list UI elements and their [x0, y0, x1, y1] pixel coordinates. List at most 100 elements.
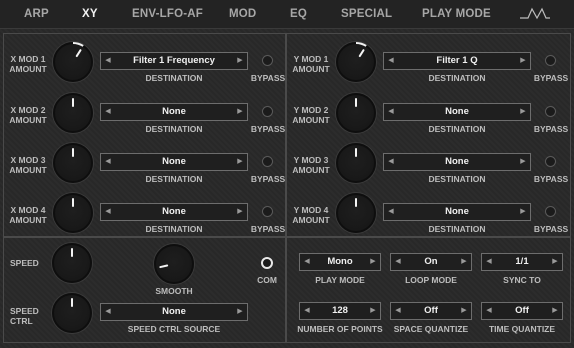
chevron-right-icon[interactable]: ▶: [517, 154, 529, 170]
tab-mod[interactable]: MOD: [229, 0, 256, 28]
chevron-right-icon[interactable]: ▶: [549, 303, 561, 319]
x-mod-4-amount-knob[interactable]: [53, 193, 93, 233]
y-mod-2-destination-dropdown[interactable]: ◀ None ▶: [383, 103, 531, 121]
com-toggle[interactable]: [261, 257, 273, 269]
x-mod-1-bypass-toggle[interactable]: [262, 55, 273, 66]
x-mod-3-destination-label: DESTINATION: [145, 174, 203, 184]
chevron-left-icon[interactable]: ◀: [385, 154, 397, 170]
y-mod-1-label-line2: AMOUNT: [292, 64, 330, 74]
chevron-left-icon[interactable]: ◀: [102, 53, 114, 69]
y-mod-1-bypass-toggle[interactable]: [545, 55, 556, 66]
x-mod-2-label-line2: AMOUNT: [9, 115, 47, 125]
chevron-left-icon[interactable]: ◀: [392, 254, 404, 270]
chevron-right-icon[interactable]: ▶: [367, 254, 379, 270]
y-mod-4-destination-dropdown[interactable]: ◀ None ▶: [383, 203, 531, 221]
y-mod-2-destination-label: DESTINATION: [428, 124, 486, 134]
time-quantize-dropdown[interactable]: ◀ Off ▶: [481, 302, 563, 320]
y-mod-1-destination-dropdown[interactable]: ◀ Filter 1 Q ▶: [383, 52, 531, 70]
x-mod-2-bypass-label: BYPASS: [250, 124, 286, 134]
chevron-right-icon[interactable]: ▶: [517, 204, 529, 220]
y-mod-1-label-line1: Y MOD 1: [293, 54, 329, 64]
y-mod-4-label-line1: Y MOD 4: [293, 205, 329, 215]
play-mode-dropdown[interactable]: ◀ Mono ▶: [299, 253, 381, 271]
tab-eq[interactable]: EQ: [290, 0, 307, 28]
loop-mode-dropdown[interactable]: ◀ On ▶: [390, 253, 472, 271]
x-mod-3-amount-knob[interactable]: [53, 143, 93, 183]
chevron-left-icon[interactable]: ◀: [483, 303, 495, 319]
chevron-left-icon[interactable]: ◀: [301, 254, 313, 270]
x-mod-4-bypass-toggle[interactable]: [262, 206, 273, 217]
smooth-knob[interactable]: [154, 244, 194, 284]
chevron-left-icon[interactable]: ◀: [102, 204, 114, 220]
chevron-left-icon[interactable]: ◀: [301, 303, 313, 319]
y-mod-2-label-line2: AMOUNT: [292, 115, 330, 125]
y-mod-4-amount-knob[interactable]: [336, 193, 376, 233]
y-mod-3-label-line1: Y MOD 3: [293, 155, 329, 165]
x-mod-4-destination-dropdown[interactable]: ◀ None ▶: [100, 203, 248, 221]
y-mod-2-amount-knob[interactable]: [336, 93, 376, 133]
chevron-right-icon[interactable]: ▶: [458, 303, 470, 319]
x-mod-3-destination-dropdown[interactable]: ◀ None ▶: [100, 153, 248, 171]
chevron-right-icon[interactable]: ▶: [367, 303, 379, 319]
number-of-points-dropdown[interactable]: ◀ 128 ▶: [299, 302, 381, 320]
tab-play-mode[interactable]: PLAY MODE: [422, 0, 491, 28]
chevron-right-icon[interactable]: ▶: [234, 53, 246, 69]
x-mod-1-destination-dropdown[interactable]: ◀ Filter 1 Frequency ▶: [100, 52, 248, 70]
y-mod-4-bypass-toggle[interactable]: [545, 206, 556, 217]
chevron-right-icon[interactable]: ▶: [234, 154, 246, 170]
y-mod-3-destination-dropdown[interactable]: ◀ None ▶: [383, 153, 531, 171]
y-mod-3-bypass-toggle[interactable]: [545, 156, 556, 167]
knob-pointer: [159, 264, 169, 269]
speed-ctrl-label-line2: CTRL: [10, 316, 33, 326]
speed-label: SPEED: [10, 258, 39, 268]
time-quantize-label: TIME QUANTIZE: [488, 324, 556, 334]
chevron-left-icon[interactable]: ◀: [392, 303, 404, 319]
speed-ctrl-source-dropdown[interactable]: ◀ None ▶: [100, 303, 248, 321]
space-quantize-dropdown[interactable]: ◀ Off ▶: [390, 302, 472, 320]
x-mod-2-destination-dropdown[interactable]: ◀ None ▶: [100, 103, 248, 121]
y-mod-2-bypass-toggle[interactable]: [545, 106, 556, 117]
y-mod-3-destination-label: DESTINATION: [428, 174, 486, 184]
y-mod-4-bypass-label: BYPASS: [533, 224, 569, 234]
chevron-left-icon[interactable]: ◀: [102, 154, 114, 170]
x-mod-4-destination-label: DESTINATION: [145, 224, 203, 234]
play-mode-value: Mono: [327, 256, 353, 267]
x-mod-2-bypass-toggle[interactable]: [262, 106, 273, 117]
chevron-right-icon[interactable]: ▶: [458, 254, 470, 270]
y-mod-4-destination-value: None: [445, 206, 469, 217]
sync-to-dropdown[interactable]: ◀ 1/1 ▶: [481, 253, 563, 271]
knob-value-arc: [355, 42, 367, 47]
sync-to-value: 1/1: [515, 256, 529, 267]
x-mod-1-destination-label: DESTINATION: [145, 73, 203, 83]
y-mod-1-amount-knob[interactable]: [336, 42, 376, 82]
x-mod-1-amount-knob[interactable]: [53, 42, 93, 82]
chevron-left-icon[interactable]: ◀: [385, 104, 397, 120]
tab-arp[interactable]: ARP: [24, 0, 49, 28]
chevron-left-icon[interactable]: ◀: [385, 53, 397, 69]
speed-ctrl-knob[interactable]: [52, 293, 92, 333]
chevron-left-icon[interactable]: ◀: [385, 204, 397, 220]
knob-pointer: [358, 49, 365, 58]
chevron-left-icon[interactable]: ◀: [102, 304, 114, 320]
speed-knob[interactable]: [52, 243, 92, 283]
lfo-wave-icon[interactable]: [518, 6, 552, 22]
y-mod-1-destination-value: Filter 1 Q: [436, 55, 478, 66]
chevron-right-icon[interactable]: ▶: [234, 204, 246, 220]
chevron-left-icon[interactable]: ◀: [483, 254, 495, 270]
chevron-right-icon[interactable]: ▶: [234, 104, 246, 120]
speed-ctrl-source-value: None: [162, 306, 186, 317]
chevron-right-icon[interactable]: ▶: [234, 304, 246, 320]
x-mod-2-amount-knob[interactable]: [53, 93, 93, 133]
tab-special[interactable]: SPECIAL: [341, 0, 392, 28]
chevron-right-icon[interactable]: ▶: [517, 104, 529, 120]
tab-xy[interactable]: XY: [82, 0, 98, 28]
chevron-left-icon[interactable]: ◀: [102, 104, 114, 120]
chevron-right-icon[interactable]: ▶: [517, 53, 529, 69]
tab-env-lfo-af[interactable]: ENV-LFO-AF: [132, 0, 203, 28]
x-mod-1-label-line2: AMOUNT: [9, 64, 47, 74]
tab-bar: ARP XY ENV-LFO-AF MOD EQ SPECIAL PLAY MO…: [0, 0, 574, 29]
x-mod-3-label-line1: X MOD 3: [10, 155, 46, 165]
y-mod-3-amount-knob[interactable]: [336, 143, 376, 183]
x-mod-3-bypass-toggle[interactable]: [262, 156, 273, 167]
chevron-right-icon[interactable]: ▶: [549, 254, 561, 270]
